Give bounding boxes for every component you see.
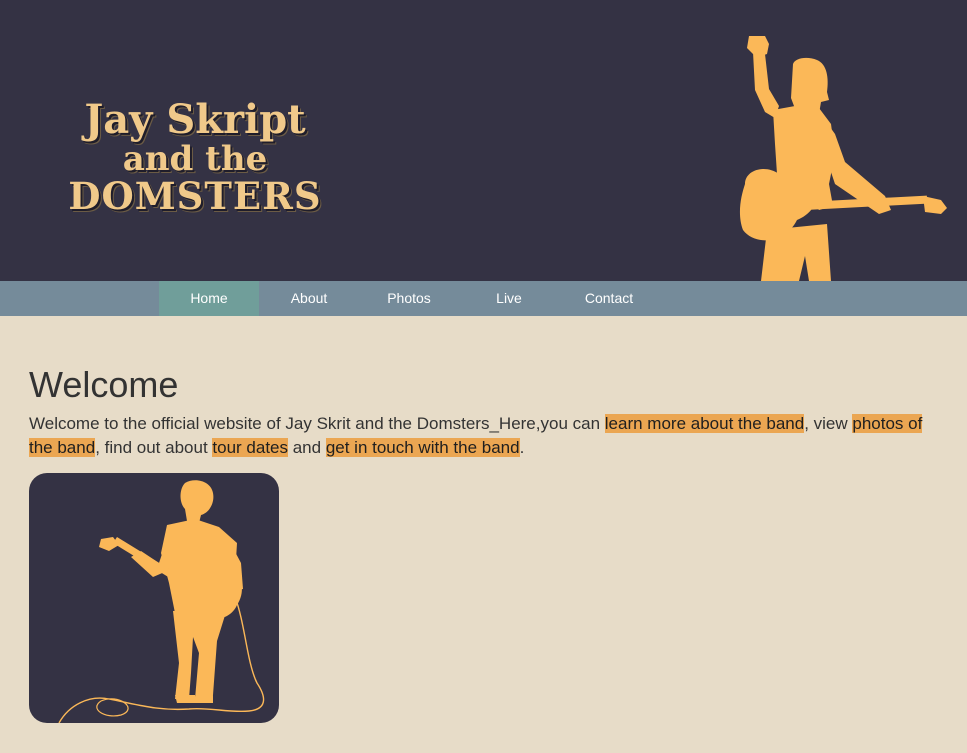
nav-live[interactable]: Live <box>459 281 559 316</box>
band-logo[interactable]: Jay Skript and the DOMSTERS <box>50 96 340 218</box>
site-header: Jay Skript and the DOMSTERS <box>0 0 967 281</box>
link-about-band[interactable]: learn more about the band <box>604 414 805 433</box>
nav-home[interactable]: Home <box>159 281 259 316</box>
logo-line-2: and the <box>122 139 268 179</box>
main-nav: Home About Photos Live Contact <box>0 281 967 316</box>
guitarist-silhouette-icon <box>735 34 950 281</box>
link-tour-dates[interactable]: tour dates <box>212 438 288 457</box>
nav-about[interactable]: About <box>259 281 359 316</box>
nav-photos[interactable]: Photos <box>359 281 459 316</box>
intro-text: Welcome to the official website of Jay S… <box>29 414 605 433</box>
page-title: Welcome <box>29 364 179 405</box>
main-content: Welcome Welcome to the official website … <box>29 362 934 460</box>
band-photo <box>29 473 279 723</box>
nav-contact[interactable]: Contact <box>559 281 659 316</box>
logo-line-1: Jay Skript <box>84 96 306 143</box>
intro-text: and <box>288 438 326 457</box>
intro-text: , view <box>804 414 853 433</box>
intro-paragraph: Welcome to the official website of Jay S… <box>29 412 934 460</box>
guitarist-silhouette-icon <box>58 480 265 723</box>
intro-text: , find out about <box>95 438 213 457</box>
logo-line-3: DOMSTERS <box>68 174 322 218</box>
intro-text: . <box>519 438 525 457</box>
link-contact[interactable]: get in touch with the band <box>325 438 520 457</box>
